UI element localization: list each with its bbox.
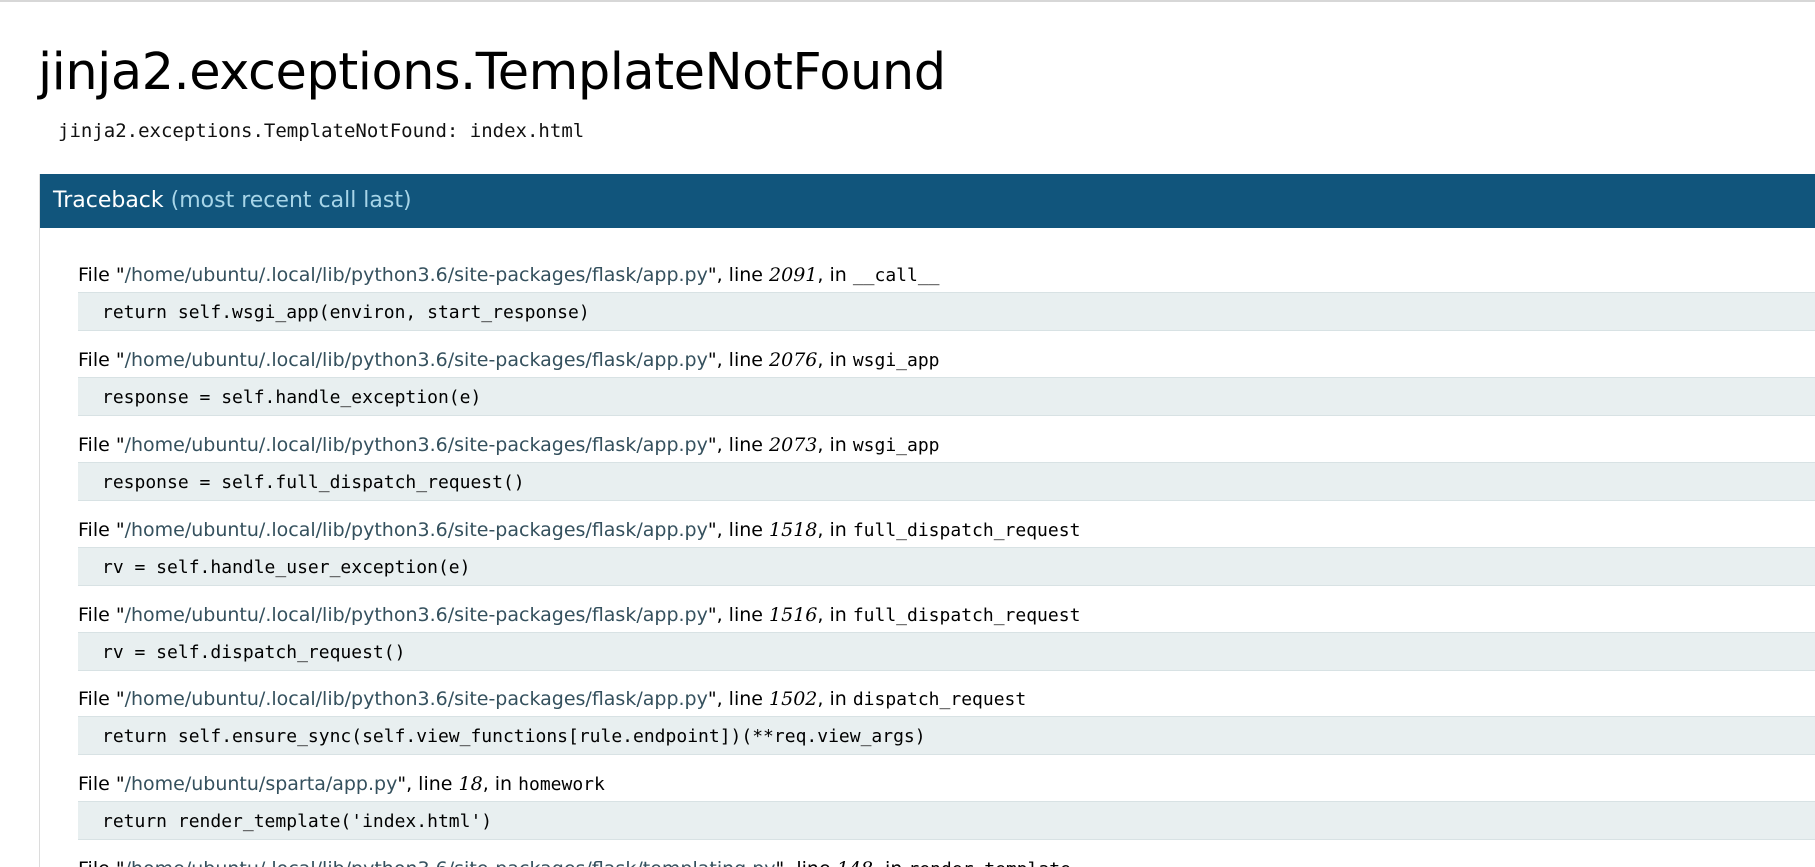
frame-location: File "/home/ubuntu/.local/lib/python3.6/…: [78, 598, 1815, 632]
frame-function: wsgi_app: [852, 350, 940, 371]
frame-code-line[interactable]: rv = self.dispatch_request(): [78, 632, 1815, 671]
frame-function: wsgi_app: [852, 435, 940, 456]
line-label: ", line: [707, 434, 770, 456]
frame-code-line[interactable]: response = self.handle_exception(e): [78, 377, 1815, 416]
file-prefix: File ": [78, 434, 125, 456]
frame-filename[interactable]: /home/ubuntu/.local/lib/python3.6/site-p…: [125, 604, 708, 626]
frame-function: full_dispatch_request: [852, 520, 1081, 541]
page-title: jinja2.exceptions.TemplateNotFound: [38, 43, 946, 102]
frame-location: File "/home/ubuntu/sparta/app.py", line …: [78, 767, 1815, 801]
file-prefix: File ": [78, 773, 125, 795]
frame-function: full_dispatch_request: [852, 605, 1081, 626]
frame-lineno: 18: [458, 773, 483, 795]
frame-location: File "/home/ubuntu/.local/lib/python3.6/…: [78, 343, 1815, 377]
in-label: , in: [817, 519, 853, 541]
frame-function: render_template: [908, 859, 1071, 867]
frame-lineno: 148: [837, 858, 873, 867]
file-prefix: File ": [78, 688, 125, 710]
frame-location: File "/home/ubuntu/.local/lib/python3.6/…: [78, 428, 1815, 462]
frame-function: __call__: [852, 265, 940, 286]
frame-filename[interactable]: /home/ubuntu/.local/lib/python3.6/site-p…: [125, 519, 708, 541]
frame-function: dispatch_request: [852, 689, 1027, 710]
line-label: ", line: [707, 604, 770, 626]
frame-location: File "/home/ubuntu/.local/lib/python3.6/…: [78, 852, 1815, 867]
top-divider: [0, 0, 1815, 2]
frame-filename[interactable]: /home/ubuntu/.local/lib/python3.6/site-p…: [125, 858, 776, 867]
traceback-frame: File "/home/ubuntu/.local/lib/python3.6/…: [78, 428, 1815, 501]
line-label: ", line: [707, 349, 770, 371]
frame-filename[interactable]: /home/ubuntu/.local/lib/python3.6/site-p…: [125, 349, 708, 371]
traceback-frame: File "/home/ubuntu/.local/lib/python3.6/…: [78, 258, 1815, 331]
traceback-frame: File "/home/ubuntu/.local/lib/python3.6/…: [78, 343, 1815, 416]
traceback-hint: (most recent call last): [170, 188, 412, 213]
error-message: jinja2.exceptions.TemplateNotFound: inde…: [58, 120, 585, 142]
line-label: ", line: [707, 519, 770, 541]
frame-function: homework: [518, 774, 605, 795]
frame-filename[interactable]: /home/ubuntu/.local/lib/python3.6/site-p…: [125, 264, 708, 286]
frame-location: File "/home/ubuntu/.local/lib/python3.6/…: [78, 682, 1815, 716]
frame-location: File "/home/ubuntu/.local/lib/python3.6/…: [78, 258, 1815, 292]
in-label: , in: [817, 688, 853, 710]
in-label: , in: [817, 264, 853, 286]
frame-code-line[interactable]: response = self.full_dispatch_request(): [78, 462, 1815, 501]
file-prefix: File ": [78, 519, 125, 541]
file-prefix: File ": [78, 604, 125, 626]
traceback-panel: Traceback (most recent call last) File "…: [39, 174, 1815, 867]
in-label: , in: [482, 773, 519, 795]
frame-location: File "/home/ubuntu/.local/lib/python3.6/…: [78, 513, 1815, 547]
line-label: ", line: [707, 688, 770, 710]
traceback-header[interactable]: Traceback (most recent call last): [40, 174, 1815, 228]
traceback-frame: File "/home/ubuntu/.local/lib/python3.6/…: [78, 852, 1815, 867]
frame-filename[interactable]: /home/ubuntu/sparta/app.py: [125, 773, 398, 795]
frame-code-line[interactable]: return render_template('index.html'): [78, 801, 1815, 840]
frame-code-line[interactable]: rv = self.handle_user_exception(e): [78, 547, 1815, 586]
frame-filename[interactable]: /home/ubuntu/.local/lib/python3.6/site-p…: [125, 434, 708, 456]
frame-filename[interactable]: /home/ubuntu/.local/lib/python3.6/site-p…: [125, 688, 708, 710]
frame-lineno: 2073: [769, 434, 818, 456]
frame-lineno: 1516: [769, 604, 818, 626]
traceback-frame: File "/home/ubuntu/.local/lib/python3.6/…: [78, 513, 1815, 586]
line-label: ", line: [776, 858, 837, 867]
line-label: ", line: [397, 773, 459, 795]
traceback-heading: Traceback: [53, 188, 164, 213]
traceback-frame: File "/home/ubuntu/.local/lib/python3.6/…: [78, 598, 1815, 671]
in-label: , in: [817, 604, 853, 626]
file-prefix: File ": [78, 264, 125, 286]
frame-code-line[interactable]: return self.ensure_sync(self.view_functi…: [78, 716, 1815, 755]
in-label: , in: [873, 858, 908, 867]
in-label: , in: [817, 349, 853, 371]
traceback-frame: File "/home/ubuntu/.local/lib/python3.6/…: [78, 682, 1815, 755]
in-label: , in: [817, 434, 853, 456]
frame-lineno: 1518: [769, 519, 818, 541]
traceback-frame: File "/home/ubuntu/sparta/app.py", line …: [78, 767, 1815, 840]
frame-code-line[interactable]: return self.wsgi_app(environ, start_resp…: [78, 292, 1815, 331]
file-prefix: File ": [78, 349, 125, 371]
file-prefix: File ": [78, 858, 125, 867]
frame-lineno: 2076: [769, 349, 818, 371]
line-label: ", line: [707, 264, 770, 286]
frame-lineno: 1502: [769, 688, 818, 710]
frame-lineno: 2091: [769, 264, 818, 286]
